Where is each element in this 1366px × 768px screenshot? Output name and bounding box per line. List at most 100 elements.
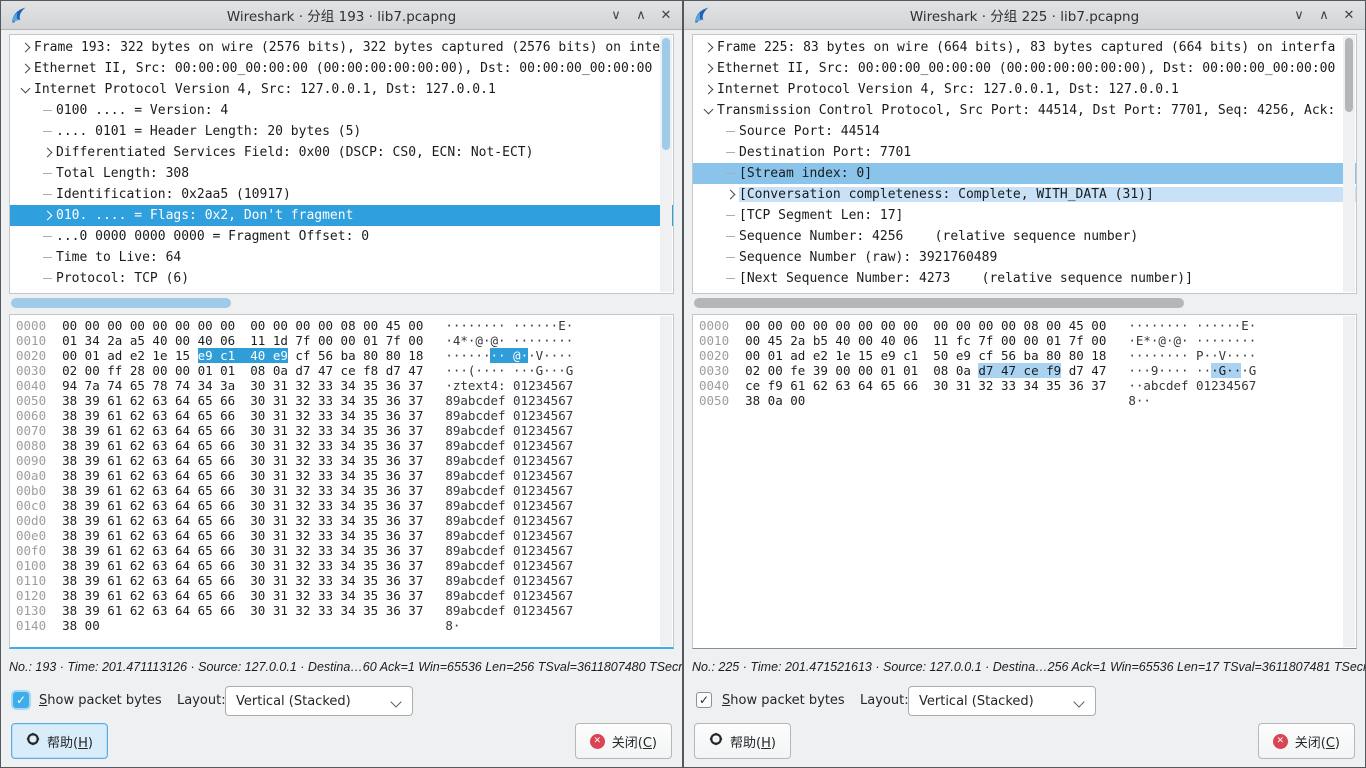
collapsed-arrow-icon[interactable] <box>725 190 735 200</box>
show-packet-bytes-label[interactable]: Show packet bytes <box>722 693 845 708</box>
ascii-bytes: ·E*·@·@· ········ <box>1128 333 1256 348</box>
hex-row[interactable]: 004094 7a 74 65 78 74 34 3a 30 31 32 33 … <box>10 378 673 393</box>
expanded-arrow-icon[interactable] <box>703 104 713 114</box>
tree-row[interactable]: Sequence Number: 4256 (relative sequence… <box>693 226 1356 247</box>
tree-row[interactable]: .... 0101 = Header Length: 20 bytes (5) <box>10 121 673 142</box>
tree-row-label: 0100 .... = Version: 4 <box>56 103 228 118</box>
hex-offset: 0040 <box>10 378 46 393</box>
tree-row[interactable]: Acknowledgment Number: 1 (relative ack n… <box>693 289 1356 294</box>
show-packet-bytes-label[interactable]: Show packet bytes <box>39 693 162 708</box>
hex-row[interactable]: 010038 39 61 62 63 64 65 66 30 31 32 33 … <box>10 558 673 573</box>
collapsed-arrow-icon[interactable] <box>20 43 30 53</box>
tree-row[interactable]: Time to Live: 64 <box>10 247 673 268</box>
close-icon[interactable]: ✕ <box>658 8 674 23</box>
hex-row[interactable]: 00d038 39 61 62 63 64 65 66 30 31 32 33 … <box>10 513 673 528</box>
tree-row[interactable]: [Next Sequence Number: 4273 (relative se… <box>693 268 1356 289</box>
close-dialog-button[interactable]: ✕ 关闭(C) <box>1258 723 1355 759</box>
tree-row[interactable]: Identification: 0x2aa5 (10917) <box>10 184 673 205</box>
tree-row[interactable]: Transmission Control Protocol, Src Port:… <box>693 100 1356 121</box>
hex-row[interactable]: 002000 01 ad e2 1e 15 e9 c1 50 e9 cf 56 … <box>693 348 1356 363</box>
tree-guide-dash <box>43 257 52 258</box>
hex-row[interactable]: 012038 39 61 62 63 64 65 66 30 31 32 33 … <box>10 588 673 603</box>
layout-select[interactable]: Vertical (Stacked) <box>225 686 413 716</box>
help-button-label: 帮助(H) <box>730 732 776 751</box>
hex-row[interactable]: 00f038 39 61 62 63 64 65 66 30 31 32 33 … <box>10 543 673 558</box>
tree-row[interactable]: Frame 193: 322 bytes on wire (2576 bits)… <box>10 37 673 58</box>
hex-row[interactable]: 013038 39 61 62 63 64 65 66 30 31 32 33 … <box>10 603 673 618</box>
help-button[interactable]: 帮助(H) <box>11 723 108 759</box>
minimize-icon[interactable]: ∨ <box>1291 8 1307 23</box>
hex-row[interactable]: 00e038 39 61 62 63 64 65 66 30 31 32 33 … <box>10 528 673 543</box>
hex-vertical-scrollbar[interactable] <box>660 316 672 646</box>
tree-row[interactable]: [TCP Segment Len: 17] <box>693 205 1356 226</box>
expanded-arrow-icon[interactable] <box>20 83 30 93</box>
maximize-icon[interactable]: ∧ <box>1316 8 1332 23</box>
hex-row[interactable]: 00c038 39 61 62 63 64 65 66 30 31 32 33 … <box>10 498 673 513</box>
tree-row[interactable]: Frame 225: 83 bytes on wire (664 bits), … <box>693 37 1356 58</box>
hex-row[interactable]: 000000 00 00 00 00 00 00 00 00 00 00 00 … <box>10 318 673 333</box>
show-packet-bytes-checkbox[interactable]: ✓ <box>13 692 29 708</box>
tree-row-label: Destination Port: 7701 <box>739 145 911 160</box>
hex-row[interactable]: 000000 00 00 00 00 00 00 00 00 00 00 00 … <box>693 318 1356 333</box>
hex-offset: 00b0 <box>10 483 46 498</box>
tree-row[interactable]: Protocol: TCP (6) <box>10 268 673 289</box>
scrollbar-thumb[interactable] <box>662 38 670 150</box>
tree-horizontal-scrollbar[interactable] <box>9 297 674 309</box>
hex-offset: 00a0 <box>10 468 46 483</box>
hex-row[interactable]: 001001 34 2a a5 40 00 40 06 11 1d 7f 00 … <box>10 333 673 348</box>
tree-vertical-scrollbar[interactable] <box>660 36 672 292</box>
tree-row[interactable]: ...0 0000 0000 0000 = Fragment Offset: 0 <box>10 226 673 247</box>
hex-row[interactable]: 008038 39 61 62 63 64 65 66 30 31 32 33 … <box>10 438 673 453</box>
tree-row[interactable]: Internet Protocol Version 4, Src: 127.0.… <box>10 79 673 100</box>
hex-row[interactable]: 00b038 39 61 62 63 64 65 66 30 31 32 33 … <box>10 483 673 498</box>
tree-row[interactable]: [Stream index: 0] <box>693 163 1356 184</box>
hex-row[interactable]: 001000 45 2a b5 40 00 40 06 11 fc 7f 00 … <box>693 333 1356 348</box>
hex-row[interactable]: 0040ce f9 61 62 63 64 65 66 30 31 32 33 … <box>693 378 1356 393</box>
layout-select[interactable]: Vertical (Stacked) <box>908 686 1096 716</box>
collapsed-arrow-icon[interactable] <box>42 148 52 158</box>
byte-highlight: e9 c1 40 e9 <box>198 348 288 363</box>
show-packet-bytes-checkbox[interactable]: ✓ <box>696 692 712 708</box>
collapsed-arrow-icon[interactable] <box>20 64 30 74</box>
hex-row[interactable]: 005038 0a 008·· <box>693 393 1356 408</box>
tree-row[interactable]: [Conversation completeness: Complete, WI… <box>693 184 1356 205</box>
collapsed-arrow-icon[interactable] <box>703 64 713 74</box>
hex-row[interactable]: 003002 00 ff 28 00 00 01 01 08 0a d7 47 … <box>10 363 673 378</box>
tree-row[interactable]: 0100 .... = Version: 4 <box>10 100 673 121</box>
hex-row[interactable]: 005038 39 61 62 63 64 65 66 30 31 32 33 … <box>10 393 673 408</box>
tree-vertical-scrollbar[interactable] <box>1343 36 1355 292</box>
minimize-icon[interactable]: ∨ <box>608 8 624 23</box>
tree-row[interactable]: Internet Protocol Version 4, Src: 127.0.… <box>693 79 1356 100</box>
titlebar[interactable]: Wireshark · 分组 225 · lib7.pcapng ∨ ∧ ✕ <box>684 1 1365 30</box>
collapsed-arrow-icon[interactable] <box>703 85 713 95</box>
hex-row[interactable]: 006038 39 61 62 63 64 65 66 30 31 32 33 … <box>10 408 673 423</box>
hex-row[interactable]: 002000 01 ad e2 1e 15 e9 c1 40 e9 cf 56 … <box>10 348 673 363</box>
tree-row[interactable]: Source Port: 44514 <box>693 121 1356 142</box>
tree-horizontal-scrollbar[interactable] <box>692 297 1357 309</box>
hex-row[interactable]: 011038 39 61 62 63 64 65 66 30 31 32 33 … <box>10 573 673 588</box>
scrollbar-thumb[interactable] <box>11 298 231 308</box>
collapsed-arrow-icon[interactable] <box>42 211 52 221</box>
tree-row[interactable]: Differentiated Services Field: 0x00 (DSC… <box>10 142 673 163</box>
hex-row[interactable]: 009038 39 61 62 63 64 65 66 30 31 32 33 … <box>10 453 673 468</box>
scrollbar-thumb[interactable] <box>694 298 1184 308</box>
help-button[interactable]: 帮助(H) <box>694 723 791 759</box>
tree-row[interactable]: Sequence Number (raw): 3921760489 <box>693 247 1356 268</box>
close-dialog-button[interactable]: ✕ 关闭(C) <box>575 723 672 759</box>
collapsed-arrow-icon[interactable] <box>703 43 713 53</box>
hex-row[interactable]: 00a038 39 61 62 63 64 65 66 30 31 32 33 … <box>10 468 673 483</box>
tree-row[interactable]: Ethernet II, Src: 00:00:00_00:00:00 (00:… <box>693 58 1356 79</box>
scrollbar-thumb[interactable] <box>1345 38 1353 112</box>
hex-row[interactable]: 003002 00 fe 39 00 00 01 01 08 0a d7 47 … <box>693 363 1356 378</box>
hex-offset: 0060 <box>10 408 46 423</box>
titlebar[interactable]: Wireshark · 分组 193 · lib7.pcapng ∨ ∧ ✕ <box>1 1 682 30</box>
hex-vertical-scrollbar[interactable] <box>1343 316 1355 647</box>
tree-row[interactable]: 010. .... = Flags: 0x2, Don't fragment <box>10 205 673 226</box>
tree-row[interactable]: Destination Port: 7701 <box>693 142 1356 163</box>
tree-row[interactable]: Total Length: 308 <box>10 163 673 184</box>
tree-row[interactable]: Ethernet II, Src: 00:00:00_00:00:00 (00:… <box>10 58 673 79</box>
maximize-icon[interactable]: ∧ <box>633 8 649 23</box>
hex-row[interactable]: 007038 39 61 62 63 64 65 66 30 31 32 33 … <box>10 423 673 438</box>
hex-row[interactable]: 014038 008· <box>10 618 673 633</box>
close-icon[interactable]: ✕ <box>1341 8 1357 23</box>
